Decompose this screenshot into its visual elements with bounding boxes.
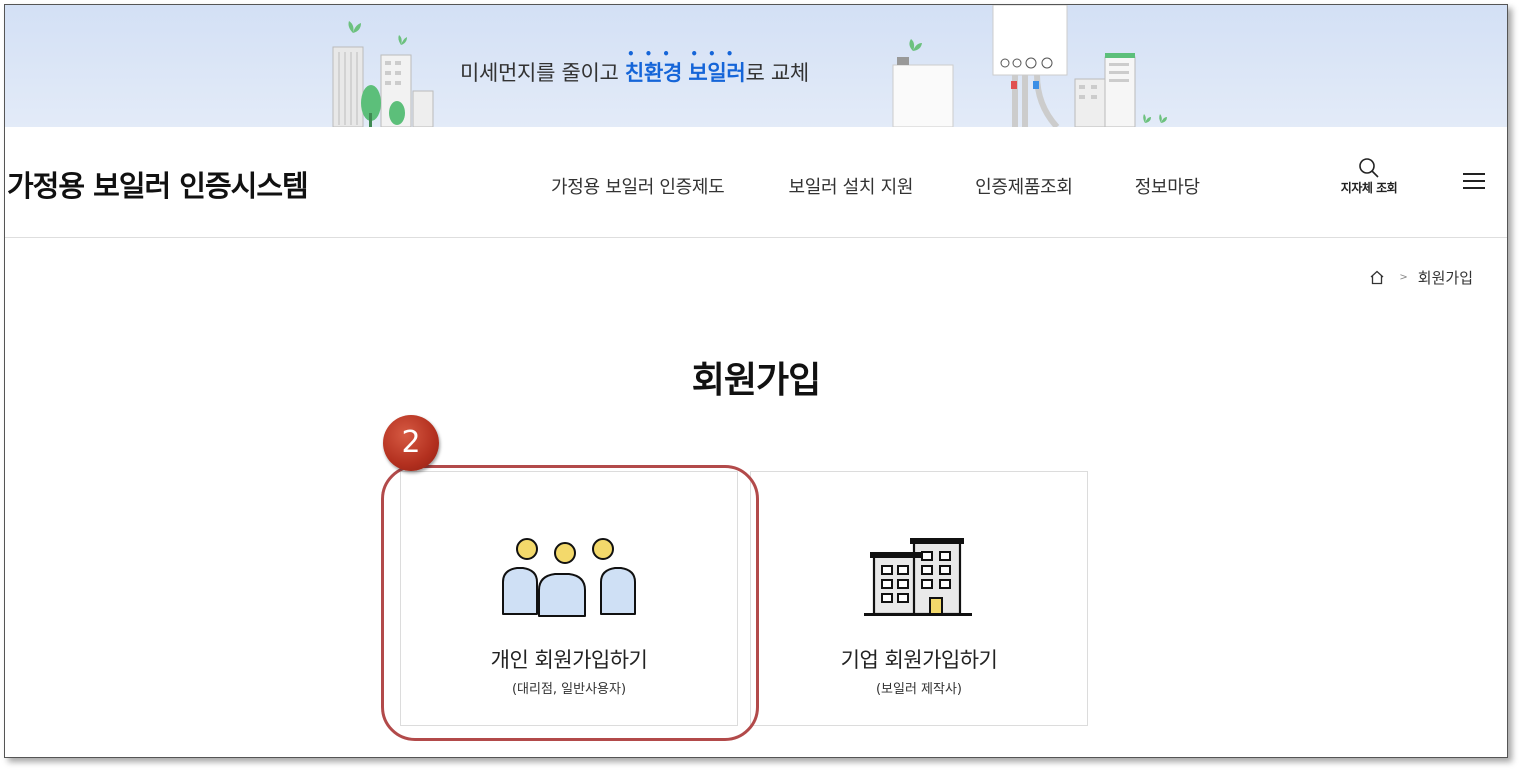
home-icon[interactable] [1369,270,1385,285]
personal-signup-title: 개인 회원가입하기 [490,648,648,672]
personal-signup-card[interactable]: 개인 회원가입하기 (대리점, 일반사용자) [400,471,738,726]
breadcrumb-current: 회원가입 [1417,269,1473,287]
personal-signup-subtitle: (대리점, 일반사용자) [511,682,627,697]
search-label: 지자체 조회 [1340,181,1398,195]
nav-item-certified-products[interactable]: 인증제품조회 [975,173,1073,199]
banner-text-end: 로 교체 [745,61,809,85]
building-icon [751,536,1087,622]
company-signup-title: 기업 회원가입하기 [840,648,998,672]
nav-item-info[interactable]: 정보마당 [1135,173,1200,199]
page-title: 회원가입 [691,360,821,401]
main-nav: 가정용 보일러 인증제도 보일러 설치 지원 인증제품조회 정보마당 [551,173,1200,199]
nav-item-installation-support[interactable]: 보일러 설치 지원 [788,173,913,199]
local-gov-search-button[interactable]: 지자체 조회 [1331,157,1407,196]
company-signup-subtitle: (보일러 제작사) [875,682,963,697]
banner-text-start: 미세먼지를 줄이고 [460,61,625,85]
search-icon [1359,158,1379,178]
nav-item-certification-system[interactable]: 가정용 보일러 인증제도 [551,173,725,199]
banner-highlight-boiler: ••• 보일러 [688,47,746,85]
hamburger-menu-icon[interactable] [1463,173,1485,191]
chevron-right-icon: > [1399,272,1408,283]
site-logo[interactable]: 가정용 보일러 인증시스템 [7,163,309,205]
breadcrumb: > 회원가입 [1369,267,1473,288]
banner-boiler-illustration [892,5,1167,127]
company-signup-card[interactable]: 기업 회원가입하기 (보일러 제작사) [750,471,1088,726]
browser-frame: 미세먼지를 줄이고 ••• 친환경 ••• 보일러로 교체 가정용 보일러 인증시스… [4,4,1508,758]
top-banner[interactable]: 미세먼지를 줄이고 ••• 친환경 ••• 보일러로 교체 [5,5,1507,127]
banner-highlight-eco: ••• 친환경 [624,47,682,85]
banner-slogan: 미세먼지를 줄이고 ••• 친환경 ••• 보일러로 교체 [460,47,809,87]
people-icon [401,536,737,622]
site-header: 가정용 보일러 인증시스템 가정용 보일러 인증제도 보일러 설치 지원 인증제… [5,127,1507,238]
step-number-badge: 2 [383,415,439,471]
banner-left-buildings-illustration [332,21,434,127]
